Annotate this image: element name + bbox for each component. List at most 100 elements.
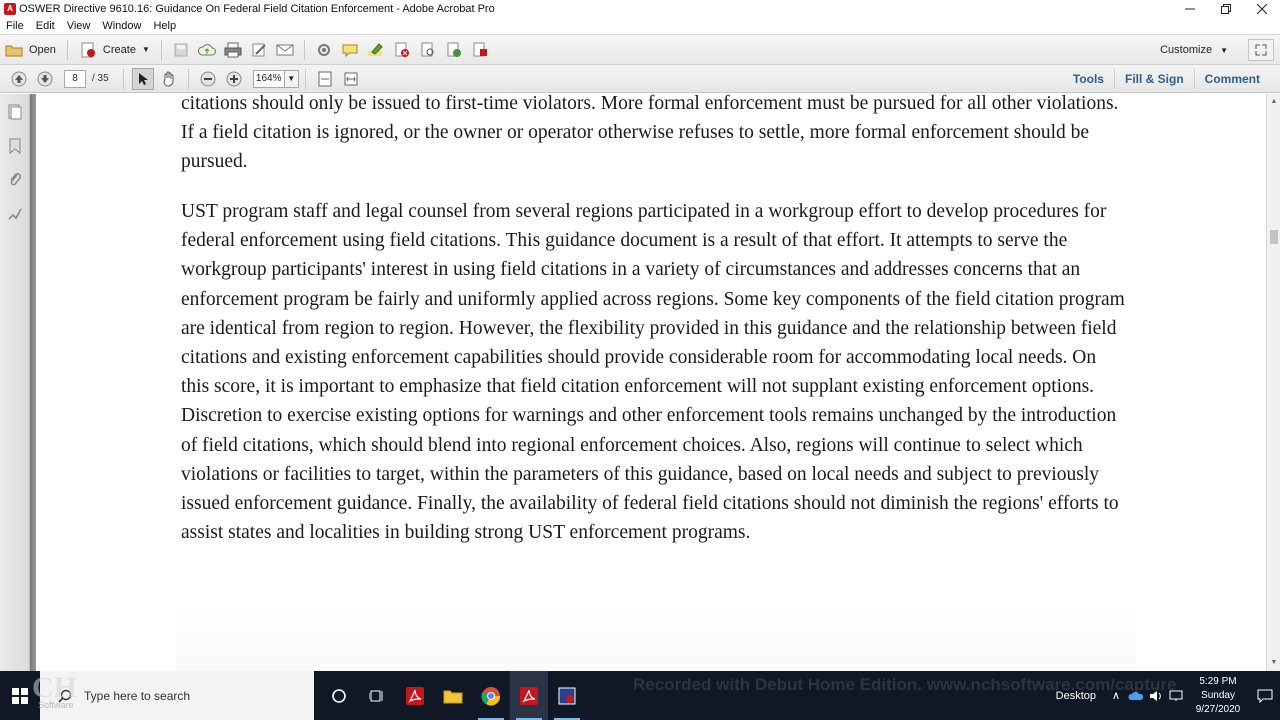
toolbar-divider — [187, 68, 189, 89]
zoom-in-button[interactable] — [223, 68, 245, 90]
attachments-icon[interactable] — [7, 172, 23, 188]
chevron-down-icon: ▼ — [1220, 45, 1228, 55]
taskbar-search-box[interactable]: Type here to search — [40, 671, 314, 720]
document-view[interactable]: citations should only be issued to first… — [36, 94, 1266, 671]
taskbar-acrobat-pro[interactable] — [510, 671, 548, 720]
arrow-up-icon — [11, 71, 27, 86]
create-pdf-icon — [79, 42, 97, 58]
restore-icon — [1221, 4, 1231, 14]
tools-link[interactable]: Tools — [1063, 69, 1114, 89]
desktop-toolbar-label[interactable]: Desktop — [1056, 690, 1096, 702]
signatures-icon[interactable] — [7, 206, 23, 222]
hand-tool-button[interactable] — [158, 68, 180, 90]
scroll-down-icon[interactable]: ▼ — [1270, 659, 1278, 667]
page-export-icon[interactable] — [443, 39, 465, 61]
folder-icon — [5, 42, 23, 58]
hand-icon — [163, 71, 174, 87]
page-thumbnails-icon[interactable] — [7, 104, 23, 120]
comment-icon[interactable] — [339, 39, 361, 61]
clock-time: 5:29 PM — [1199, 675, 1237, 687]
arrow-down-icon — [37, 71, 53, 86]
restore-button[interactable] — [1208, 0, 1244, 18]
open-button[interactable]: Open — [0, 38, 61, 62]
acrobat-app-icon: A — [4, 3, 16, 15]
menu-window[interactable]: Window — [102, 20, 141, 32]
toolbar-divider — [303, 39, 305, 60]
select-tool-button[interactable] — [131, 67, 154, 90]
taskbar-chrome[interactable] — [472, 671, 510, 720]
minimize-icon — [1185, 8, 1195, 10]
fit-page-button[interactable] — [314, 68, 336, 90]
page-footer-area — [176, 604, 1136, 671]
page-number-input[interactable]: 8 — [64, 69, 86, 88]
taskbar-debut-recorder[interactable] — [548, 671, 586, 720]
cursor-icon — [138, 72, 148, 85]
fit-width-icon — [344, 72, 358, 85]
next-page-button[interactable] — [34, 68, 56, 90]
notification-icon — [1257, 689, 1273, 703]
fit-width-button[interactable] — [340, 68, 362, 90]
taskbar-acrobat-reader[interactable] — [396, 671, 434, 720]
customize-label: Customize — [1160, 44, 1213, 56]
chevron-up-icon[interactable]: ∧ — [1107, 687, 1125, 705]
previous-page-button[interactable] — [8, 68, 30, 90]
network-icon[interactable] — [1167, 687, 1185, 705]
close-icon — [1257, 4, 1267, 14]
toolbar-divider — [122, 68, 124, 89]
full-screen-button[interactable] — [1248, 39, 1274, 61]
scroll-up-icon[interactable]: ▲ — [1270, 98, 1278, 106]
clock-day: Sunday — [1201, 689, 1235, 701]
clock-date: 9/27/2020 — [1195, 703, 1241, 715]
menu-help[interactable]: Help — [153, 20, 176, 32]
fill-sign-link[interactable]: Fill & Sign — [1113, 69, 1194, 89]
task-view-button[interactable] — [358, 671, 396, 720]
system-tray: Desktop ∧ 5:29 PM Sunday 9/27/2020 — [1056, 671, 1280, 720]
cloud-upload-icon[interactable] — [196, 39, 218, 61]
customize-button[interactable]: Customize ▼ — [1160, 38, 1228, 62]
settings-icon[interactable] — [313, 39, 335, 61]
create-label: Create — [102, 43, 136, 56]
close-button[interactable] — [1244, 0, 1280, 18]
vertical-scrollbar[interactable]: ▲ ▼ — [1266, 94, 1280, 671]
action-center-button[interactable] — [1250, 671, 1280, 720]
page-sign-icon[interactable] — [469, 39, 491, 61]
scroll-thumb[interactable] — [1270, 230, 1278, 244]
system-clock[interactable]: 5:29 PM Sunday 9/27/2020 — [1186, 675, 1250, 717]
window-title: OSWER Directive 9610.16: Guidance On Fed… — [19, 3, 495, 15]
zoom-out-icon — [200, 71, 216, 86]
taskbar-file-explorer[interactable] — [434, 671, 472, 720]
windows-logo-icon — [12, 687, 28, 704]
window-controls — [1172, 0, 1280, 18]
onedrive-icon[interactable] — [1127, 687, 1145, 705]
menu-file[interactable]: File — [6, 20, 24, 32]
comment-link[interactable]: Comment — [1193, 69, 1270, 89]
create-button[interactable]: Create ▼ — [74, 38, 155, 62]
menu-bar: File Edit View Window Help — [0, 18, 1280, 34]
menu-edit[interactable]: Edit — [36, 20, 55, 32]
bookmarks-icon[interactable] — [7, 138, 23, 154]
folder-icon — [443, 690, 463, 703]
delete-page-icon[interactable] — [391, 39, 413, 61]
open-label: Open — [29, 43, 56, 56]
zoom-level-input[interactable]: 164% — [252, 69, 285, 88]
zoom-out-button[interactable] — [197, 68, 219, 90]
email-icon[interactable] — [274, 39, 296, 61]
highlight-icon[interactable] — [365, 39, 387, 61]
task-pane-links: Tools Fill & Sign Comment — [1063, 65, 1270, 93]
print-icon[interactable] — [222, 39, 244, 61]
menu-view[interactable]: View — [67, 20, 91, 32]
edit-document-icon[interactable] — [248, 39, 270, 61]
title-bar: A OSWER Directive 9610.16: Guidance On F… — [0, 0, 1280, 18]
cortana-button[interactable] — [320, 671, 358, 720]
page-search-icon[interactable] — [417, 39, 439, 61]
document-paragraph: citations should only be issued to first… — [181, 94, 1119, 173]
minimize-button[interactable] — [1172, 0, 1208, 18]
fit-page-icon — [318, 71, 332, 86]
zoom-dropdown-button[interactable]: ▼ — [284, 69, 299, 88]
save-icon[interactable] — [170, 39, 192, 61]
acrobat-pro-icon — [520, 686, 538, 705]
chevron-down-icon: ▼ — [141, 45, 150, 54]
cortana-icon — [332, 688, 346, 703]
toolbar-divider — [160, 39, 162, 60]
volume-icon[interactable] — [1147, 687, 1165, 705]
